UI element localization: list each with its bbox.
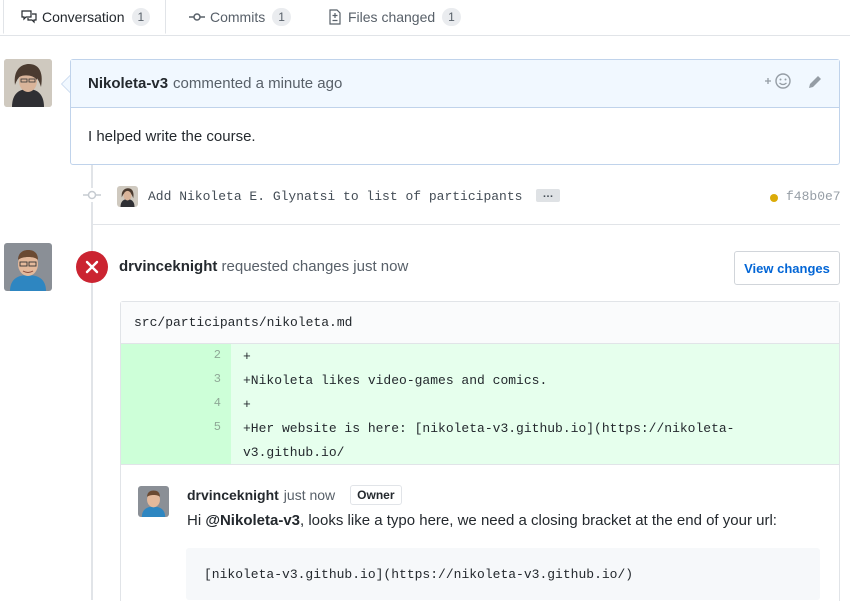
tab-files-changed[interactable]: Files changed 1 — [327, 0, 461, 34]
view-changes-button[interactable]: View changes — [734, 251, 840, 285]
review-header: drvinceknight requested changes just now — [119, 258, 408, 275]
tab-conversation[interactable]: Conversation 1 — [3, 0, 166, 34]
commit-sha[interactable]: f48b0e7 — [786, 189, 841, 204]
diff-line: + — [243, 349, 251, 364]
line-number[interactable]: 3 — [121, 372, 221, 386]
avatar[interactable] — [138, 486, 169, 517]
pr-tabs: Conversation 1 Commits 1 Files changed 1 — [0, 0, 850, 36]
divider — [121, 464, 839, 465]
review-comment-time[interactable]: just now — [284, 487, 335, 503]
comment-text: , looks like a typo here, we need a clos… — [300, 512, 777, 529]
diff-line: v3.github.io/ — [243, 445, 345, 460]
commit-message[interactable]: Add Nikoleta E. Glynatsi to list of part… — [148, 189, 522, 204]
divider — [92, 224, 840, 225]
diff-line: +Nikoleta likes video-games and comics. — [243, 373, 548, 388]
review-meta[interactable]: requested changes just now — [222, 258, 409, 275]
comment-text: Hi — [187, 512, 206, 529]
comment-header: Nikoleta-v3 commented a minute ago — [71, 60, 839, 108]
commit-expand-button[interactable]: … — [536, 189, 560, 202]
pending-status-icon[interactable] — [770, 194, 778, 202]
comment-body: I helped write the course. — [88, 128, 256, 145]
review-author[interactable]: drvinceknight — [119, 258, 217, 275]
code-text: [nikoleta-v3.github.io](https://nikoleta… — [204, 567, 634, 582]
review-comment-author[interactable]: drvinceknight — [187, 487, 279, 503]
comment-author[interactable]: Nikoleta-v3 — [88, 75, 168, 92]
commit-node-icon — [83, 188, 101, 202]
code-block: [nikoleta-v3.github.io](https://nikoleta… — [186, 548, 820, 600]
tab-label: Files changed — [348, 9, 436, 25]
file-path[interactable]: src/participants/nikoleta.md — [121, 302, 839, 344]
comment-meta[interactable]: commented a minute ago — [173, 75, 342, 92]
tab-counter: 1 — [131, 7, 151, 26]
review-comment-header: drvinceknight just now Owner — [187, 485, 402, 505]
avatar[interactable] — [4, 243, 52, 291]
user-mention[interactable]: @Nikoleta-v3 — [205, 512, 300, 529]
diff-hunk: 2 + 3 +Nikoleta likes video-games and co… — [121, 344, 839, 464]
diff-line: + — [243, 397, 251, 412]
diff-line: +Her website is here: [nikoleta-v3.githu… — [243, 421, 735, 436]
pencil-icon[interactable] — [806, 73, 824, 91]
avatar[interactable] — [4, 59, 52, 107]
tab-label: Conversation — [42, 8, 125, 25]
tab-commits[interactable]: Commits 1 — [189, 0, 291, 34]
line-number[interactable]: 2 — [121, 348, 221, 362]
add-reaction-icon[interactable] — [763, 72, 793, 92]
tab-label: Commits — [210, 9, 266, 25]
comment-box: Nikoleta-v3 commented a minute ago I hel… — [70, 59, 840, 165]
review-comment-text: Hi @Nikoleta-v3, looks like a typo here,… — [187, 512, 777, 529]
git-commit-icon — [189, 9, 205, 25]
comment-discussion-icon — [21, 9, 37, 25]
line-number[interactable]: 4 — [121, 396, 221, 410]
timeline-line — [91, 163, 93, 600]
comment-caret-inner — [62, 76, 70, 92]
tab-counter: 1 — [272, 8, 291, 26]
owner-badge: Owner — [350, 485, 402, 505]
file-diff-icon — [327, 9, 343, 25]
commit-avatar[interactable] — [117, 186, 138, 207]
line-number[interactable]: 5 — [121, 420, 221, 434]
changes-requested-icon — [76, 251, 108, 283]
tab-counter: 1 — [442, 8, 461, 26]
